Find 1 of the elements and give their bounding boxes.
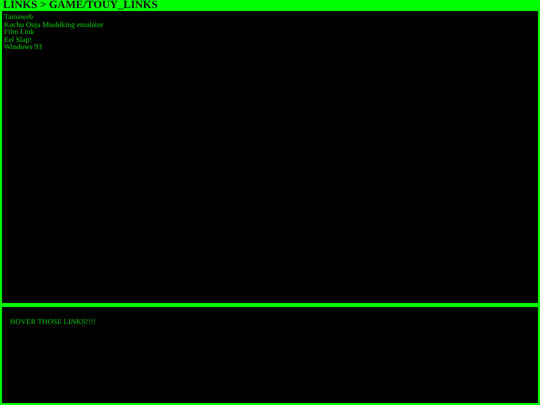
page-title: LINKS > GAME/TOUY_LINKS — [0, 0, 540, 11]
